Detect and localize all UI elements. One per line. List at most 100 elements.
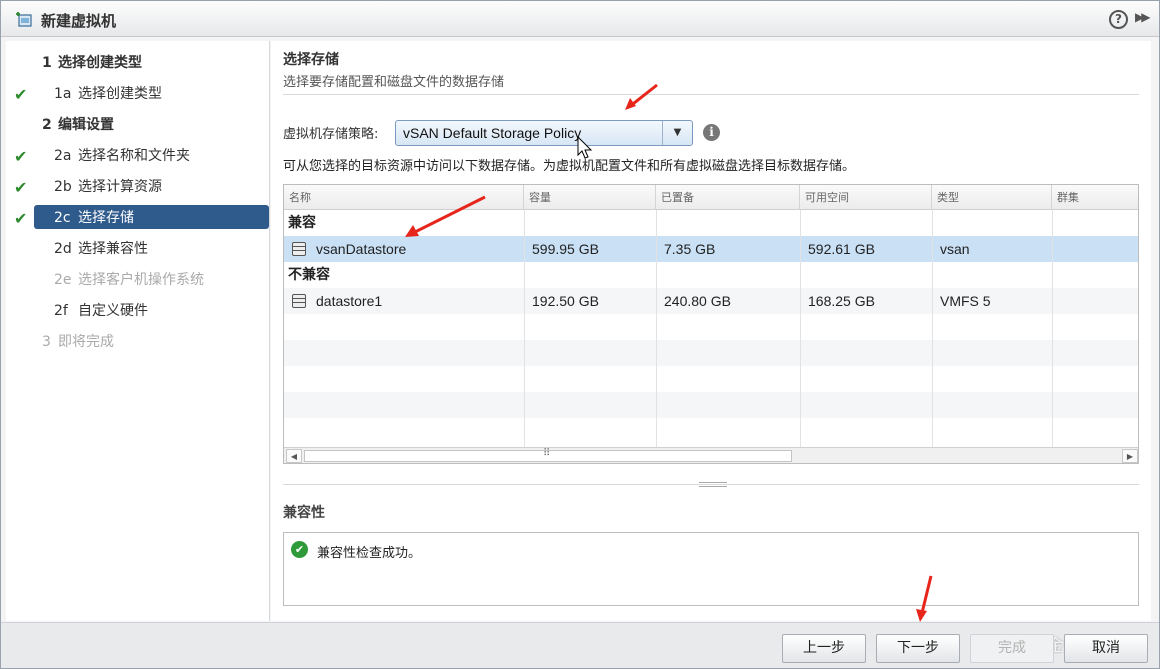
sidebar-item-label: 选择兼容性 xyxy=(78,241,148,257)
help-icon[interactable]: ? xyxy=(1109,10,1128,29)
checkmark-icon: ✔ xyxy=(14,147,28,166)
column-divider xyxy=(1052,210,1053,447)
table-row[interactable]: vsanDatastore 599.95 GB 7.35 GB 592.61 GB vs… xyxy=(284,236,1138,262)
table-cell-type: vsan xyxy=(940,241,970,257)
horizontal-scrollbar[interactable]: ◀ ⠿ ▶ xyxy=(284,447,1138,463)
datastore-icon xyxy=(292,242,306,256)
table-cell-name: datastore1 xyxy=(316,293,383,309)
page-title: 选择存储 xyxy=(283,52,339,68)
compatibility-title: 兼容性 xyxy=(283,505,325,521)
sidebar-item-label: 选择计算资源 xyxy=(78,179,162,195)
new-vm-icon xyxy=(16,12,32,27)
grip-icon: ⠿ xyxy=(543,448,552,459)
cancel-button[interactable]: 取消 xyxy=(1064,634,1148,663)
sidebar-item-2e: 2e 选择客户机操作系统 xyxy=(6,267,270,294)
table-cell-provisioned: 240.80 GB xyxy=(664,293,731,309)
divider xyxy=(283,94,1139,95)
column-header[interactable]: 群集 xyxy=(1052,185,1138,210)
sidebar-item-2f[interactable]: 2f 自定义硬件 xyxy=(6,298,270,325)
back-button[interactable]: 上一步 xyxy=(782,634,866,663)
sidebar-item-number: 2 xyxy=(42,117,52,133)
column-header[interactable]: 可用空间 xyxy=(800,185,932,210)
empty-row xyxy=(284,392,1138,418)
sidebar-item-label: 选择名称和文件夹 xyxy=(78,148,190,164)
scrollbar-thumb[interactable]: ⠿ xyxy=(304,448,792,462)
column-divider xyxy=(524,210,525,447)
scroll-left-icon[interactable]: ◀ xyxy=(286,449,302,463)
datastore-table: 名称 容量 已置备 可用空间 类型 群集 兼容 vsanDatastore 599.95 GB… xyxy=(283,184,1139,464)
sidebar-item-number: 2e xyxy=(54,272,72,288)
checkmark-icon: ✔ xyxy=(14,85,28,104)
datastore-icon xyxy=(292,294,306,308)
sidebar-item-1a[interactable]: ✔ 1a 选择创建类型 xyxy=(6,81,270,108)
sidebar-item-label: 即将完成 xyxy=(58,334,114,350)
storage-policy-value: vSAN Default Storage Policy xyxy=(403,125,582,141)
table-header: 名称 容量 已置备 可用空间 类型 群集 xyxy=(284,185,1138,210)
storage-policy-label: 虚拟机存储策略: xyxy=(283,127,379,142)
sidebar-item-label: 选择存储 xyxy=(78,210,134,226)
sidebar-item-label: 选择创建类型 xyxy=(78,86,162,102)
finish-button[interactable]: 完成 xyxy=(970,634,1054,663)
empty-row xyxy=(284,314,1138,340)
sidebar-item-label: 编辑设置 xyxy=(58,117,114,133)
table-cell-name: vsanDatastore xyxy=(316,241,407,257)
wizard-steps-nav: 1 选择创建类型 ✔ 1a 选择创建类型 2 编辑设置 ✔ 2a 选择名称和文件夹 ✔ 2b 选择计算资… xyxy=(6,41,270,621)
empty-row xyxy=(284,418,1138,444)
expand-icon[interactable]: ▶▶ xyxy=(1135,10,1151,24)
column-header[interactable]: 名称 xyxy=(284,185,524,210)
table-cell-free: 592.61 GB xyxy=(808,241,875,257)
column-header[interactable]: 已置备 xyxy=(656,185,800,210)
checkmark-icon: ✔ xyxy=(14,209,28,228)
page-subtitle: 选择要存储配置和磁盘文件的数据存储 xyxy=(283,75,505,90)
sidebar-item-number: 2f xyxy=(54,303,68,319)
group-header: 兼容 xyxy=(284,210,1138,236)
scroll-right-icon[interactable]: ▶ xyxy=(1122,449,1138,463)
storage-policy-dropdown[interactable]: vSAN Default Storage Policy ▼ xyxy=(395,120,693,146)
empty-row xyxy=(284,366,1138,392)
sidebar-item-2c[interactable]: ✔ 2c 选择存储 xyxy=(6,205,270,232)
table-row[interactable]: datastore1 192.50 GB 240.80 GB 168.25 GB VMF… xyxy=(284,288,1138,314)
main-content: 选择存储 选择要存储配置和磁盘文件的数据存储 虚拟机存储策略: vSAN Def… xyxy=(271,41,1151,621)
table-cell-capacity: 192.50 GB xyxy=(532,293,599,309)
sidebar-item-3: 3 即将完成 xyxy=(6,329,270,356)
sidebar-item-label: 选择创建类型 xyxy=(58,55,142,71)
sidebar-item-1[interactable]: 1 选择创建类型 xyxy=(6,50,270,77)
sidebar-item-number: 1a xyxy=(54,86,72,102)
sidebar-item-number: 3 xyxy=(42,334,51,350)
column-divider xyxy=(656,210,657,447)
pane-splitter-handle[interactable] xyxy=(699,482,727,487)
table-cell-provisioned: 7.35 GB xyxy=(664,241,716,257)
group-header: 不兼容 xyxy=(284,262,1138,288)
datastore-description: 可从您选择的目标资源中访问以下数据存储。为虚拟机配置文件和所有虚拟磁盘选择目标数… xyxy=(283,159,856,174)
next-button[interactable]: 下一步 xyxy=(876,634,960,663)
compatibility-message: 兼容性检查成功。 xyxy=(317,546,422,561)
table-cell-free: 168.25 GB xyxy=(808,293,875,309)
checkmark-icon: ✔ xyxy=(14,178,28,197)
column-header[interactable]: 类型 xyxy=(932,185,1052,210)
sidebar-item-2d[interactable]: 2d 选择兼容性 xyxy=(6,236,270,263)
new-vm-dialog: 新建虚拟机 ? ▶▶ 1 选择创建类型 ✔ 1a 选择创建类型 2 编辑设置 ✔ 2a 选择名称和… xyxy=(0,0,1160,669)
sidebar-item-number: 2c xyxy=(54,210,71,226)
sidebar-item-number: 1 xyxy=(42,55,52,71)
sidebar-item-number: 2a xyxy=(54,148,72,164)
sidebar-item-number: 2d xyxy=(54,241,72,257)
table-cell-capacity: 599.95 GB xyxy=(532,241,599,257)
table-cell-type: VMFS 5 xyxy=(940,293,991,309)
sidebar-item-number: 2b xyxy=(54,179,72,195)
window-title: 新建虚拟机 xyxy=(41,12,117,30)
column-divider xyxy=(800,210,801,447)
dialog-footer: @稀土掘金技术社区 上一步 下一步 完成 取消 xyxy=(1,622,1159,668)
column-header[interactable]: 容量 xyxy=(524,185,656,210)
sidebar-item-2b[interactable]: ✔ 2b 选择计算资源 xyxy=(6,174,270,201)
sidebar-item-label: 选择客户机操作系统 xyxy=(78,272,204,288)
chevron-down-icon[interactable]: ▼ xyxy=(662,121,692,145)
sidebar-item-2[interactable]: 2 编辑设置 xyxy=(6,112,270,139)
column-divider xyxy=(932,210,933,447)
title-bar: 新建虚拟机 ? ▶▶ xyxy=(1,1,1159,37)
empty-row xyxy=(284,340,1138,366)
sidebar-item-label: 自定义硬件 xyxy=(78,303,148,319)
sidebar-item-2a[interactable]: ✔ 2a 选择名称和文件夹 xyxy=(6,143,270,170)
info-icon[interactable]: i xyxy=(703,124,720,141)
compatibility-panel: ✔ 兼容性检查成功。 xyxy=(283,532,1139,606)
success-check-icon: ✔ xyxy=(291,541,308,558)
